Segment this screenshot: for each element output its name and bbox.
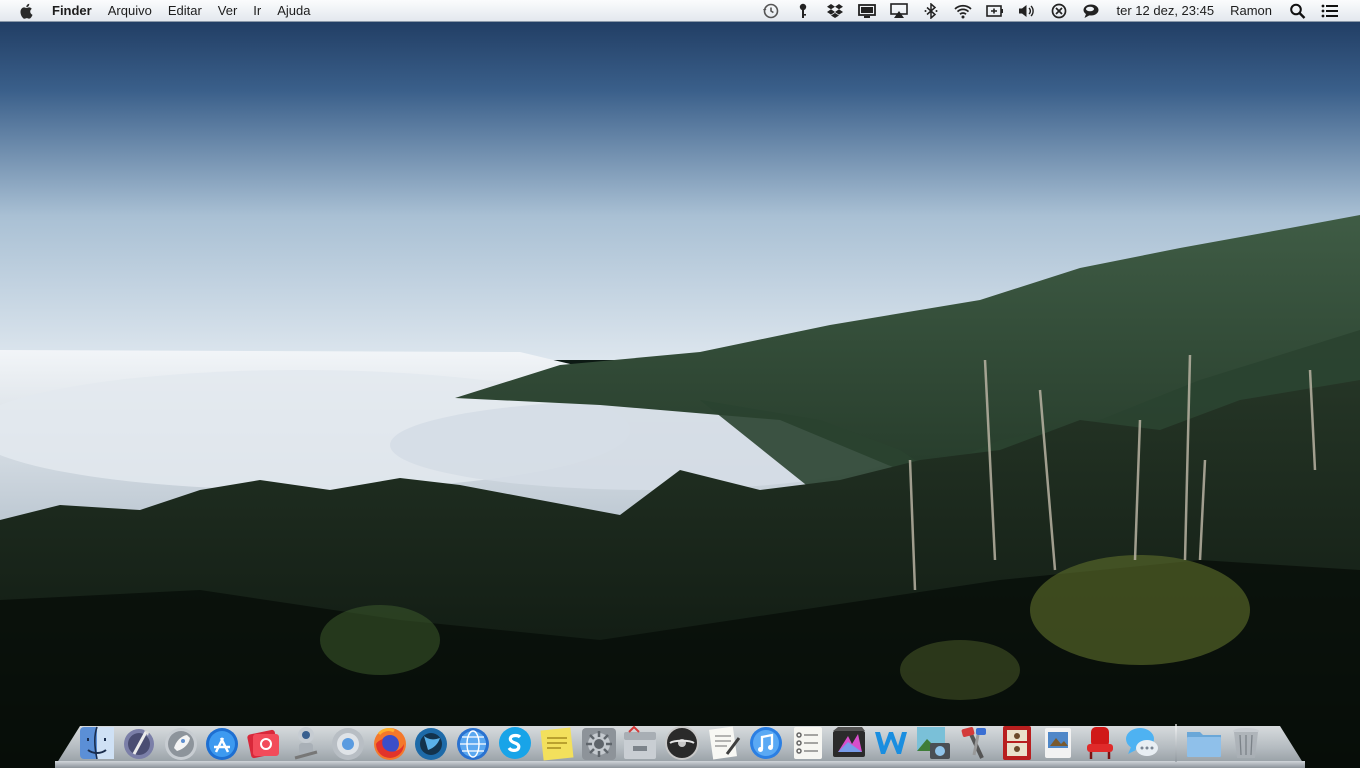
bluetooth-icon[interactable] [920,2,942,20]
wifi-icon[interactable] [952,2,974,20]
image-capture-icon[interactable] [914,724,952,762]
desktop-wallpaper [0,0,1360,768]
airplay-icon[interactable] [888,2,910,20]
sync-icon[interactable] [1048,2,1070,20]
apple-logo-icon[interactable] [18,2,36,20]
display-icon[interactable] [856,2,878,20]
documents-folder-icon[interactable] [1185,724,1223,762]
chat-bubble-icon[interactable] [1080,2,1102,20]
menu-editar[interactable]: Editar [160,0,210,22]
list-icon[interactable] [1319,2,1341,20]
firefox-icon[interactable] [371,724,409,762]
chrome-icon[interactable] [329,724,367,762]
finder-icon[interactable] [78,724,116,762]
app-menu-finder[interactable]: Finder [48,0,100,22]
thunderbird-icon[interactable] [412,724,450,762]
automator-icon[interactable] [287,724,325,762]
app-store-icon[interactable] [203,724,241,762]
final-cut-pro-icon[interactable] [830,724,868,762]
trash-icon[interactable] [1227,724,1265,762]
menu-ver[interactable]: Ver [210,0,246,22]
menubar-user[interactable]: Ramon [1230,3,1272,18]
stickies-icon[interactable] [538,724,576,762]
itunes-icon[interactable] [747,724,785,762]
dvd-player-icon[interactable] [663,724,701,762]
menu-arquivo[interactable]: Arquivo [100,0,160,22]
menu-bar: Finder Arquivo Editar Ver Ir Ajuda ter 1… [0,0,1360,22]
preview-icon[interactable] [1039,724,1077,762]
dock-shelf-edge [55,761,1305,768]
keychain-key-icon[interactable] [792,2,814,20]
terminal-tools-icon[interactable] [956,724,994,762]
messages-icon[interactable] [1123,724,1161,762]
volume-icon[interactable] [1016,2,1038,20]
rocket-icon[interactable] [162,724,200,762]
reminders-icon[interactable] [789,724,827,762]
menubar-clock[interactable]: ter 12 dez, 23:45 [1117,3,1215,18]
battery-icon[interactable] [984,2,1006,20]
dropbox-icon[interactable] [824,2,846,20]
menu-ir[interactable]: Ir [245,0,269,22]
search-icon[interactable] [1287,2,1309,20]
time-machine-icon[interactable] [760,2,782,20]
menu-ajuda[interactable]: Ajuda [269,0,318,22]
photo-booth-icon[interactable] [998,724,1036,762]
archive-utility-icon[interactable] [621,724,659,762]
dock [78,710,1288,762]
launchpad-icon[interactable] [120,724,158,762]
dock-separator [1174,724,1177,762]
globe-browser-icon[interactable] [454,724,492,762]
skype-icon[interactable] [496,724,534,762]
flashcard-icon[interactable] [245,724,283,762]
cinema-seat-icon[interactable] [1081,724,1119,762]
wps-writer-icon[interactable] [872,724,910,762]
system-preferences-icon[interactable] [580,724,618,762]
textedit-icon[interactable] [705,724,743,762]
